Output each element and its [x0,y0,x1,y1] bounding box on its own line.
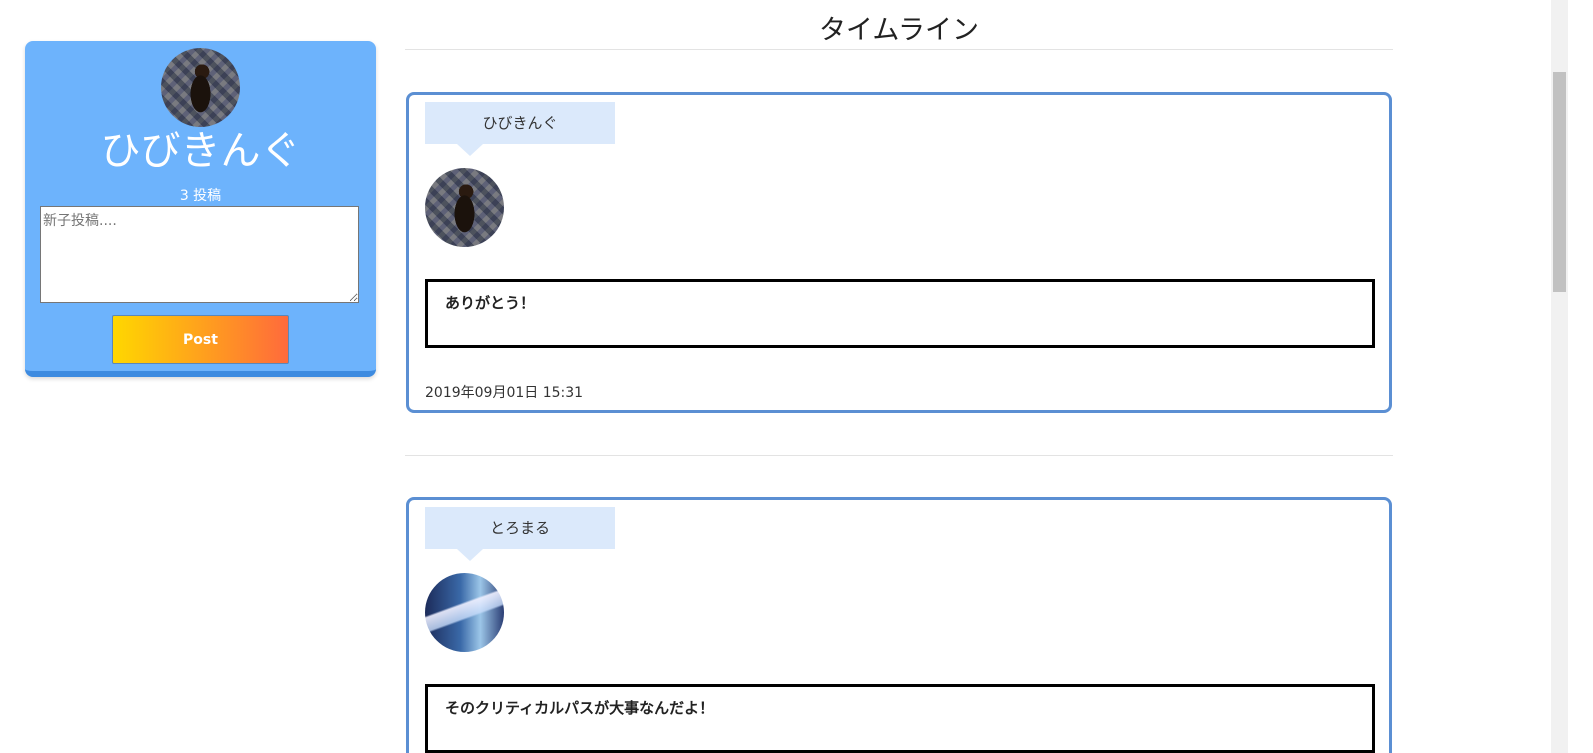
timeline-post: ひびきんぐ ありがとう！ 2019年09月01日 15:31 [406,92,1392,413]
divider [405,49,1393,50]
page-scrollbar[interactable] [1551,0,1568,753]
post-count: 3 投稿 [179,188,222,204]
post-author-name: とろまる [425,507,615,561]
post-timestamp: 2019年09月01日 15:31 [425,385,584,401]
post-author-avatar [425,168,504,247]
post-author-avatar [425,573,504,652]
new-post-textarea[interactable] [40,206,359,303]
post-message: そのクリティカルパスが大事なんだよ！ [425,684,1375,753]
profile-name: ひびきんぐ [100,128,301,174]
post-message: ありがとう！ [425,279,1375,348]
post-button[interactable]: Post [112,315,289,364]
divider [405,455,1393,456]
timeline-post: とろまる そのクリティカルパスが大事なんだよ！ [406,497,1392,753]
timeline-title: タイムライン [818,15,980,46]
scrollbar-thumb[interactable] [1553,72,1566,292]
post-author-name: ひびきんぐ [425,102,615,156]
profile-card: ひびきんぐ 3 投稿 Post [25,41,376,377]
profile-avatar [161,48,240,127]
page: ひびきんぐ 3 投稿 Post タイムライン ひびきんぐ ありがとう！ 2019… [0,0,1593,753]
